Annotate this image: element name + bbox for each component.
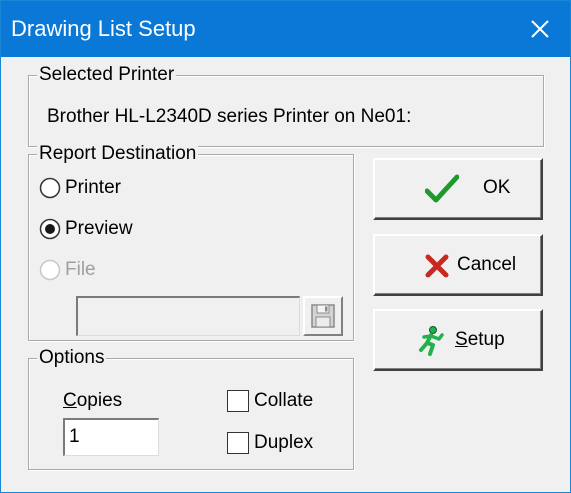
duplex-label[interactable]: Duplex xyxy=(254,432,313,454)
copies-value: 1 xyxy=(69,426,80,447)
close-icon xyxy=(531,20,549,38)
options-legend: Options xyxy=(37,347,107,369)
ok-button-label: OK xyxy=(483,177,511,198)
radio-preview[interactable] xyxy=(39,218,61,240)
copies-input[interactable]: 1 xyxy=(63,418,159,456)
setup-button-label: Setup xyxy=(455,329,505,351)
cancel-button-label: Cancel xyxy=(457,254,517,275)
setup-mnemonic: S xyxy=(455,329,468,350)
green-check-icon xyxy=(425,174,459,203)
selected-printer-value: Brother HL-L2340D series Printer on Ne01… xyxy=(47,106,412,127)
collate-checkbox[interactable] xyxy=(227,390,249,412)
window-title: Drawing List Setup xyxy=(11,16,196,41)
dialog-window: Drawing List Setup Selected Printer Brot… xyxy=(0,0,571,493)
running-man-icon xyxy=(419,326,444,356)
cancel-button[interactable]: Cancel xyxy=(373,234,543,296)
radio-file-label[interactable]: File xyxy=(65,259,96,281)
browse-file-button[interactable] xyxy=(303,296,343,336)
setup-rest: etup xyxy=(467,329,505,350)
report-destination-legend: Report Destination xyxy=(37,143,199,165)
setup-button[interactable]: Setup xyxy=(373,309,543,371)
radio-printer[interactable] xyxy=(39,177,61,199)
collate-label[interactable]: Collate xyxy=(254,390,313,412)
selected-printer-group: Selected Printer Brother HL-L2340D serie… xyxy=(28,64,544,147)
selected-printer-legend: Selected Printer xyxy=(37,64,177,86)
title-bar: Drawing List Setup xyxy=(1,1,570,57)
copies-label-rest: opies xyxy=(76,390,123,411)
close-button[interactable] xyxy=(510,1,570,57)
copies-label-mnemonic: C xyxy=(63,390,77,411)
file-path-input[interactable] xyxy=(76,296,300,336)
copies-label: Copies xyxy=(63,390,122,412)
red-x-icon xyxy=(425,254,449,278)
duplex-checkbox[interactable] xyxy=(227,432,249,454)
radio-printer-label[interactable]: Printer xyxy=(65,177,121,199)
ok-button[interactable]: OK xyxy=(373,158,543,220)
radio-preview-label[interactable]: Preview xyxy=(65,218,133,240)
floppy-disk-icon xyxy=(311,304,335,328)
radio-file[interactable] xyxy=(39,259,61,281)
